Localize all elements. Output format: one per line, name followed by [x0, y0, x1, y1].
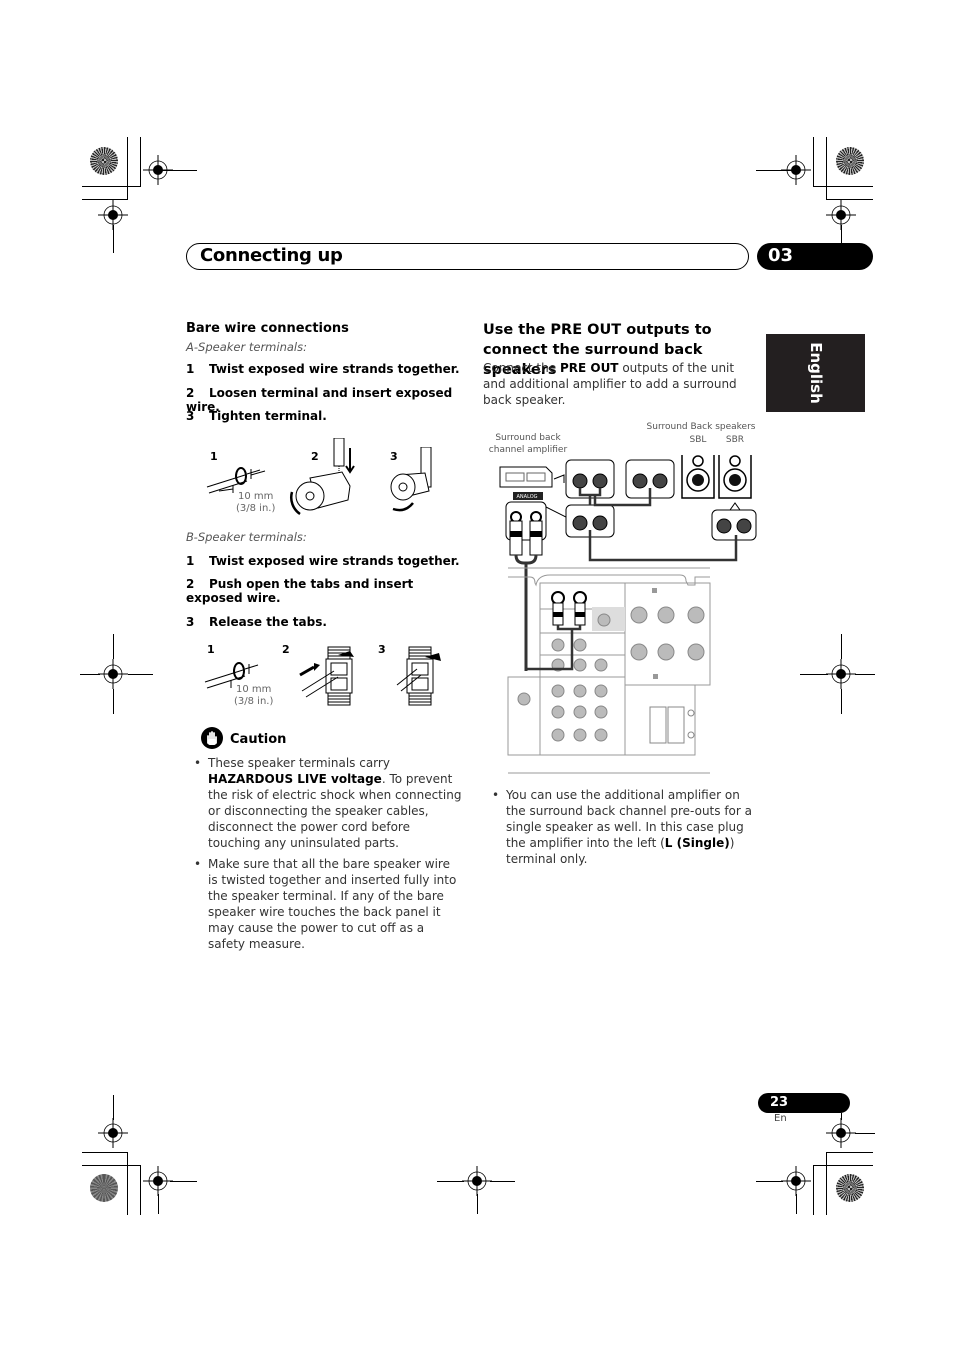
intro-paragraph: Connect the PRE OUT outputs of the unit … — [483, 361, 737, 407]
amplifier-icon — [499, 466, 553, 488]
crop-line — [796, 1194, 797, 1214]
color-rosette-icon — [90, 147, 118, 175]
twisted-wire-icon — [206, 467, 266, 494]
a-step-1: 1 Twist exposed wire strands together. — [186, 362, 460, 376]
crop-line — [82, 1165, 140, 1166]
crop-line — [756, 1181, 783, 1182]
a-step-3: 3 Tighten terminal. — [186, 409, 327, 423]
page-number: 23 — [758, 1093, 850, 1113]
amplifier-label: Surround back channel amplifier — [488, 433, 568, 455]
crop-line — [128, 674, 153, 675]
language-tab-label: English — [806, 342, 825, 404]
chapter-number-badge: 03 — [757, 243, 873, 270]
crop-line — [158, 1194, 159, 1214]
crop-line — [855, 674, 875, 675]
note-bullet: • You can use the additional amplifier on… — [492, 788, 752, 866]
crop-line — [855, 1133, 875, 1134]
b-step-2: 2 Push open the tabs and insert exposed w… — [186, 577, 414, 605]
caution-bullet: • Make sure that all the bare speaker wir… — [194, 857, 457, 951]
b-step-1: 1 Twist exposed wire strands together. — [186, 554, 460, 568]
crop-line — [813, 137, 814, 187]
caution-bullet: • These speaker terminals carry HAZARDOUS… — [194, 756, 462, 850]
surround-back-speakers-label: Surround Back speakers — [646, 422, 756, 432]
crop-line — [113, 225, 114, 253]
crop-line — [140, 137, 141, 187]
loosen-terminal-icon — [290, 438, 355, 516]
crop-line — [826, 137, 827, 200]
registration-mark-icon — [781, 1166, 811, 1196]
crop-line — [813, 186, 873, 187]
chapter-title: Connecting up — [200, 245, 343, 266]
section-heading-bare-wire: Bare wire connections — [186, 321, 349, 336]
crop-line — [826, 1152, 873, 1153]
figure-step-label: 2 — [282, 643, 290, 656]
push-tab-terminal-icon — [299, 646, 354, 706]
crop-line — [841, 689, 842, 714]
crop-line — [756, 170, 796, 171]
crop-line — [841, 228, 842, 243]
registration-mark-icon — [462, 1166, 492, 1196]
sbl-label: SBL — [689, 435, 707, 445]
speaker-sbr-icon — [718, 455, 752, 499]
crop-line — [127, 1152, 128, 1215]
crop-line — [80, 674, 100, 675]
speaker-sbl-icon — [681, 455, 715, 499]
crop-line — [155, 170, 197, 171]
subheading-a-speaker: A-Speaker terminals: — [186, 340, 307, 354]
subheading-b-speaker: B-Speaker terminals: — [186, 530, 307, 544]
b-step-3: 3 Release the tabs. — [186, 615, 327, 629]
language-tab: English — [766, 334, 865, 412]
registration-mark-icon — [98, 659, 128, 689]
registration-mark-icon — [143, 1166, 173, 1196]
crop-line — [841, 634, 842, 659]
color-rosette-icon — [836, 147, 864, 175]
tighten-terminal-icon — [390, 447, 432, 512]
crop-line — [82, 186, 140, 187]
connection-diagram-graphic — [499, 455, 757, 774]
color-rosette-icon — [90, 1174, 118, 1202]
caution-title: Caution — [230, 732, 287, 747]
crop-line — [170, 1181, 197, 1182]
figure-step-label: 3 — [378, 643, 386, 656]
crop-line — [813, 1165, 814, 1215]
analog-label: ANALOG — [516, 494, 538, 500]
crop-line — [82, 1152, 127, 1153]
caution-hand-icon — [201, 727, 223, 749]
color-rosette-icon — [836, 1174, 864, 1202]
crop-line — [127, 137, 128, 200]
crop-line — [140, 1165, 141, 1215]
crop-line — [826, 1152, 827, 1215]
dimension-label: 10 mm (3/8 in.) — [236, 491, 276, 514]
crop-line — [113, 1095, 114, 1120]
registration-mark-icon — [826, 1118, 856, 1148]
crop-line — [490, 1181, 515, 1182]
crop-line — [813, 1165, 873, 1166]
registration-mark-icon — [826, 659, 856, 689]
crop-line — [113, 689, 114, 714]
crop-line — [113, 634, 114, 659]
page-language-code: En — [774, 1113, 787, 1124]
crop-line — [477, 1194, 478, 1214]
dimension-label: 10 mm (3/8 in.) — [234, 684, 274, 707]
crop-line — [800, 674, 828, 675]
crop-line — [841, 1113, 842, 1120]
sbr-label: SBR — [725, 435, 745, 445]
release-tab-terminal-icon — [396, 646, 441, 706]
crop-line — [437, 1181, 464, 1182]
registration-mark-icon — [98, 1118, 128, 1148]
